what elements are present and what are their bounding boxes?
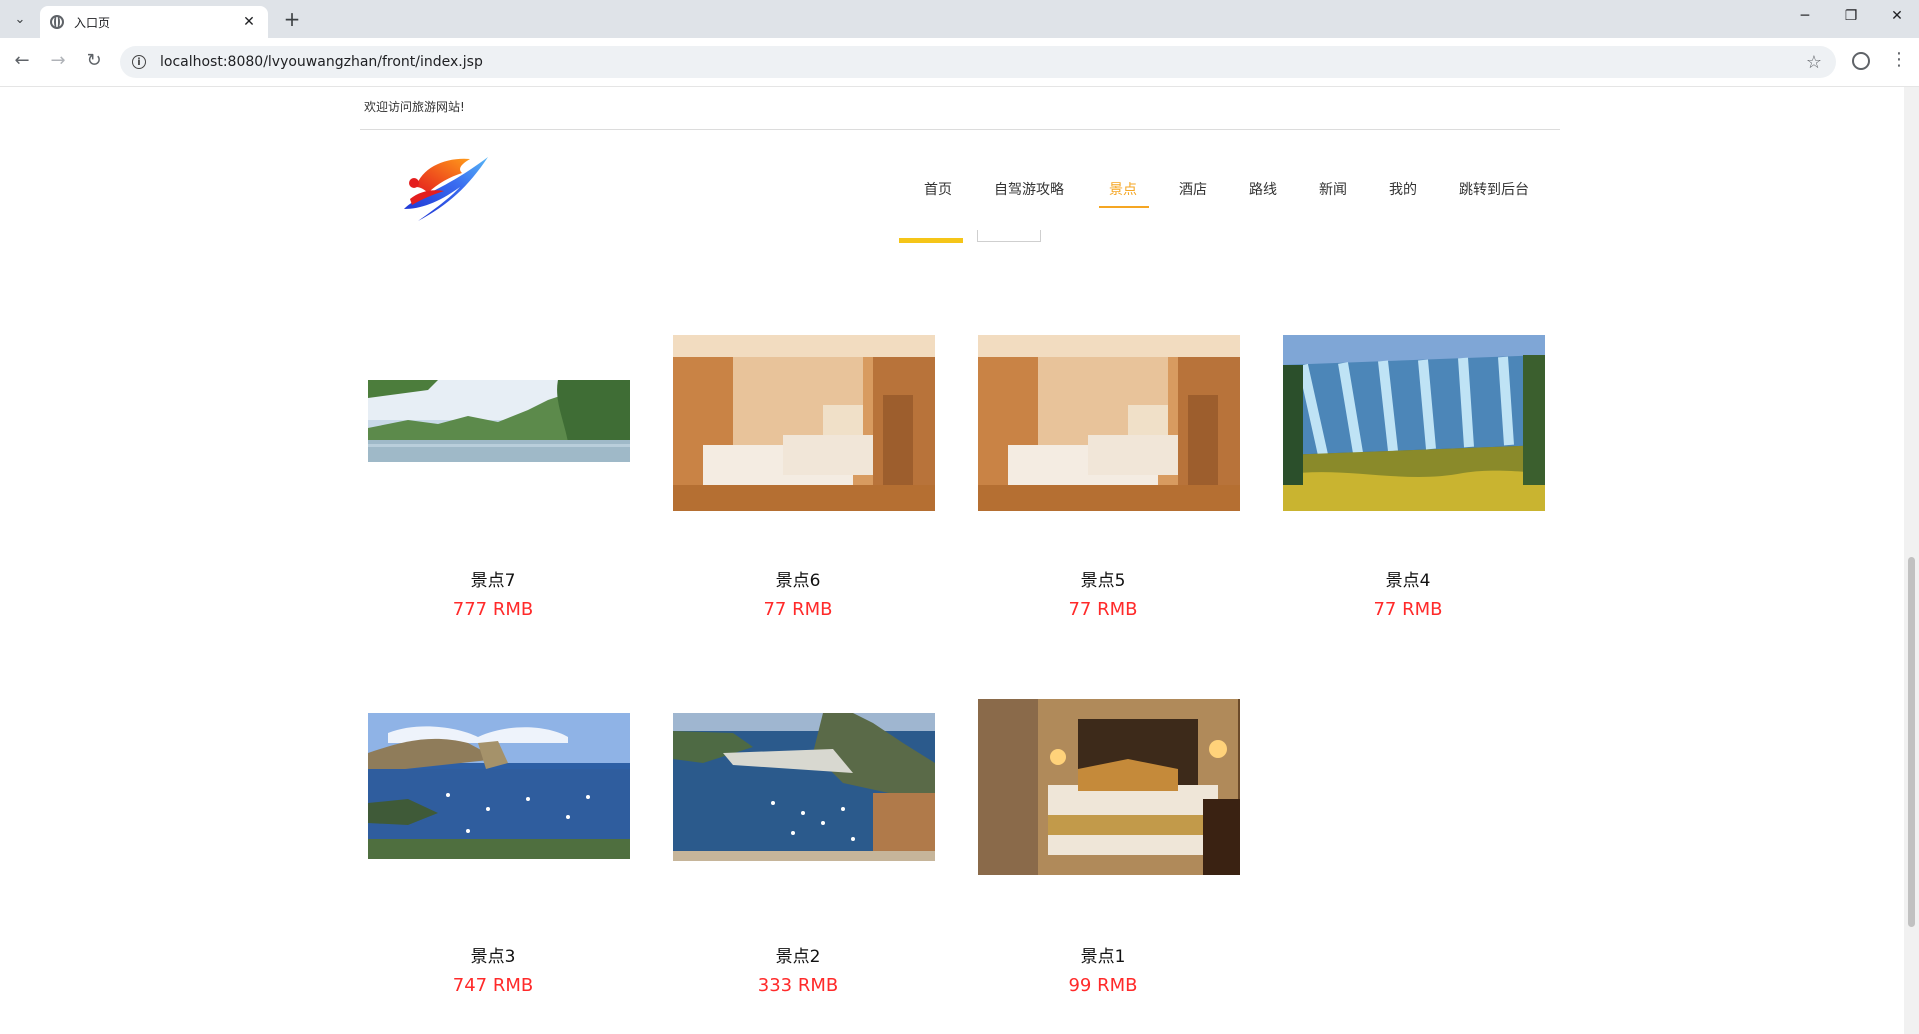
attraction-card[interactable]: 景点7 777 RMB xyxy=(368,335,630,635)
section-title-box xyxy=(977,230,1041,242)
attraction-name[interactable]: 景点6 xyxy=(673,566,923,591)
section-title-accent xyxy=(899,238,963,243)
nav-active-underline xyxy=(1099,206,1149,208)
attraction-image-coast[interactable] xyxy=(368,713,630,859)
header-divider xyxy=(360,129,1560,130)
close-window-button[interactable]: ✕ xyxy=(1877,8,1917,24)
minimize-button[interactable]: ─ xyxy=(1785,8,1825,24)
site-info-icon[interactable]: i xyxy=(132,55,146,69)
scrollbar-thumb[interactable] xyxy=(1908,557,1915,927)
tab-title: 入口页 xyxy=(74,15,111,30)
globe-icon xyxy=(50,15,64,29)
browser-toolbar: ← → ↻ i localhost:8080/lvyouwangzhan/fro… xyxy=(0,38,1919,87)
page-scrollbar[interactable] xyxy=(1904,87,1919,1034)
site-logo[interactable] xyxy=(398,147,492,225)
attraction-name[interactable]: 景点4 xyxy=(1283,566,1533,591)
attraction-price: 77 RMB xyxy=(763,599,833,620)
nav-item-news[interactable]: 新闻 xyxy=(1319,179,1347,199)
url-text[interactable]: localhost:8080/lvyouwangzhan/front/index… xyxy=(160,54,1806,70)
attraction-price: 777 RMB xyxy=(452,599,534,620)
address-bar[interactable]: i localhost:8080/lvyouwangzhan/front/ind… xyxy=(120,46,1836,78)
attraction-card[interactable]: 景点4 77 RMB xyxy=(1283,335,1545,635)
attraction-image-waterfall[interactable] xyxy=(1283,335,1545,511)
restore-button[interactable]: ❐ xyxy=(1831,8,1871,24)
bookmark-star-icon[interactable]: ☆ xyxy=(1806,52,1822,73)
attraction-price: 333 RMB xyxy=(757,975,839,996)
menu-dots-icon[interactable]: ⋮ xyxy=(1890,48,1908,72)
reload-button[interactable]: ↻ xyxy=(82,50,106,72)
attraction-image-hotel-luxury[interactable] xyxy=(978,699,1240,875)
attraction-price: 77 RMB xyxy=(1373,599,1443,620)
attraction-name[interactable]: 景点1 xyxy=(978,942,1228,967)
nav-item-hotels[interactable]: 酒店 xyxy=(1179,179,1207,199)
attraction-image-bay[interactable] xyxy=(673,713,935,861)
nav-item-driving-guide[interactable]: 自驾游攻略 xyxy=(994,179,1064,199)
attraction-image-hotel-twin[interactable] xyxy=(673,335,935,511)
attraction-price: 747 RMB xyxy=(452,975,534,996)
browser-tab[interactable]: 入口页 ✕ xyxy=(40,6,268,38)
tab-close-icon[interactable]: ✕ xyxy=(240,14,258,30)
tab-search-chevron-icon[interactable]: ⌄ xyxy=(8,8,32,30)
page-content: 欢迎访问旅游网站! 首页 自驾游攻略 景点 酒店 路线 新闻 我的 跳转到后台 xyxy=(0,87,1904,1034)
nav-item-admin[interactable]: 跳转到后台 xyxy=(1459,179,1529,199)
attraction-card[interactable]: 景点6 77 RMB xyxy=(673,335,935,635)
back-button[interactable]: ← xyxy=(10,50,34,72)
attraction-card[interactable]: 景点5 77 RMB xyxy=(978,335,1240,635)
profile-icon[interactable] xyxy=(1852,52,1870,70)
attraction-image-river[interactable] xyxy=(368,380,630,462)
attraction-card[interactable]: 景点2 333 RMB xyxy=(673,711,935,1011)
attraction-name[interactable]: 景点3 xyxy=(368,942,618,967)
nav-item-attractions[interactable]: 景点 xyxy=(1109,179,1137,199)
nav-item-home[interactable]: 首页 xyxy=(924,179,952,199)
attraction-name[interactable]: 景点7 xyxy=(368,566,618,591)
attraction-price: 77 RMB xyxy=(1068,599,1138,620)
welcome-text: 欢迎访问旅游网站! xyxy=(364,100,465,114)
attraction-image-hotel-twin[interactable] xyxy=(978,335,1240,511)
new-tab-button[interactable]: + xyxy=(280,8,304,30)
attraction-name[interactable]: 景点2 xyxy=(673,942,923,967)
attraction-price: 99 RMB xyxy=(1068,975,1138,996)
nav-item-routes[interactable]: 路线 xyxy=(1249,179,1277,199)
nav-item-mine[interactable]: 我的 xyxy=(1389,179,1417,199)
attraction-card[interactable]: 景点1 99 RMB xyxy=(978,699,1240,1011)
attraction-name[interactable]: 景点5 xyxy=(978,566,1228,591)
forward-button[interactable]: → xyxy=(46,50,70,72)
tab-strip: ⌄ 入口页 ✕ + ─ ❐ ✕ xyxy=(0,0,1919,38)
attraction-card[interactable]: 景点3 747 RMB xyxy=(368,711,630,1011)
